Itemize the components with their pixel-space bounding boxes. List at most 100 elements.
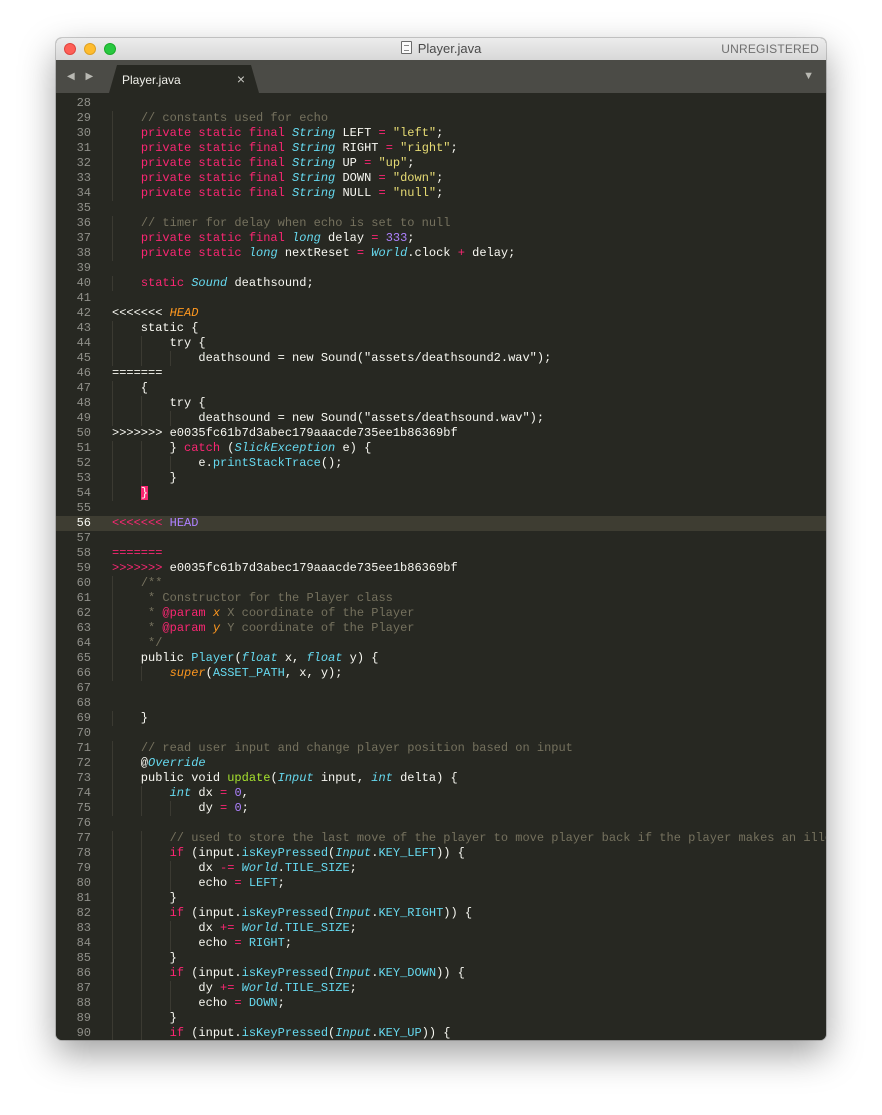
code-line[interactable]: 90 if (input.isKeyPressed(Input.KEY_UP))… xyxy=(56,1026,826,1040)
line-number[interactable]: 84 xyxy=(56,936,91,951)
code-line[interactable]: 36 // timer for delay when echo is set t… xyxy=(56,216,826,231)
line-number[interactable]: 39 xyxy=(56,261,91,276)
code-line[interactable]: 77 // used to store the last move of the… xyxy=(56,831,826,846)
code-line[interactable]: 63 * @param y Y coordinate of the Player xyxy=(56,621,826,636)
code-line[interactable]: 59 >>>>>>> e0035fc61b7d3abec179aaacde735e… xyxy=(56,561,826,576)
line-number[interactable]: 29 xyxy=(56,111,91,126)
line-number[interactable]: 71 xyxy=(56,741,91,756)
code-line[interactable]: 57 xyxy=(56,531,826,546)
line-number[interactable]: 77 xyxy=(56,831,91,846)
line-number[interactable]: 83 xyxy=(56,921,91,936)
line-number[interactable]: 46 xyxy=(56,366,91,381)
code-line[interactable]: 45 deathsound = new Sound("assets/deaths… xyxy=(56,351,826,366)
code-line[interactable]: 35 xyxy=(56,201,826,216)
line-number[interactable]: 58 xyxy=(56,546,91,561)
code-line[interactable]: 31 private static final String RIGHT = "… xyxy=(56,141,826,156)
code-line[interactable]: 86 if (input.isKeyPressed(Input.KEY_DOWN… xyxy=(56,966,826,981)
line-number[interactable]: 85 xyxy=(56,951,91,966)
line-number[interactable]: 57 xyxy=(56,531,91,546)
line-number[interactable]: 88 xyxy=(56,996,91,1011)
code-line[interactable]: 79 dx -= World.TILE_SIZE; xyxy=(56,861,826,876)
tab-player-java[interactable]: Player.java × xyxy=(109,65,259,93)
code-line[interactable]: 69 } xyxy=(56,711,826,726)
code-line[interactable]: 72 @Override xyxy=(56,756,826,771)
line-number[interactable]: 76 xyxy=(56,816,91,831)
line-number[interactable]: 56 xyxy=(56,516,91,531)
line-number[interactable]: 73 xyxy=(56,771,91,786)
code-line[interactable]: 38 private static long nextReset = World… xyxy=(56,246,826,261)
line-number[interactable]: 70 xyxy=(56,726,91,741)
line-number[interactable]: 80 xyxy=(56,876,91,891)
code-line[interactable]: 52 e.printStackTrace(); xyxy=(56,456,826,471)
code-line[interactable]: 55 xyxy=(56,501,826,516)
code-line[interactable]: 81 } xyxy=(56,891,826,906)
line-number[interactable]: 79 xyxy=(56,861,91,876)
line-number[interactable]: 53 xyxy=(56,471,91,486)
tab-menu-chevron-down-icon[interactable]: ▼ xyxy=(803,70,814,82)
line-number[interactable]: 51 xyxy=(56,441,91,456)
code-line[interactable]: 43 static { xyxy=(56,321,826,336)
code-line[interactable]: 82 if (input.isKeyPressed(Input.KEY_RIGH… xyxy=(56,906,826,921)
code-line[interactable]: 83 dx += World.TILE_SIZE; xyxy=(56,921,826,936)
line-number[interactable]: 69 xyxy=(56,711,91,726)
code-line[interactable]: 66 super(ASSET_PATH, x, y); xyxy=(56,666,826,681)
line-number[interactable]: 36 xyxy=(56,216,91,231)
line-number[interactable]: 59 xyxy=(56,561,91,576)
code-line[interactable]: 40 static Sound deathsound; xyxy=(56,276,826,291)
line-number[interactable]: 81 xyxy=(56,891,91,906)
code-line[interactable]: 87 dy += World.TILE_SIZE; xyxy=(56,981,826,996)
line-number[interactable]: 54 xyxy=(56,486,91,501)
code-line[interactable]: 29 // constants used for echo xyxy=(56,111,826,126)
line-number[interactable]: 62 xyxy=(56,606,91,621)
code-line[interactable]: 70 xyxy=(56,726,826,741)
line-number[interactable]: 37 xyxy=(56,231,91,246)
line-number[interactable]: 64 xyxy=(56,636,91,651)
line-number[interactable]: 66 xyxy=(56,666,91,681)
code-line[interactable]: 48 try { xyxy=(56,396,826,411)
code-line[interactable]: 84 echo = RIGHT; xyxy=(56,936,826,951)
code-line[interactable]: 33 private static final String DOWN = "d… xyxy=(56,171,826,186)
code-line[interactable]: 62 * @param x X coordinate of the Player xyxy=(56,606,826,621)
line-number[interactable]: 34 xyxy=(56,186,91,201)
code-line[interactable]: 53 } xyxy=(56,471,826,486)
line-number[interactable]: 87 xyxy=(56,981,91,996)
line-number[interactable]: 32 xyxy=(56,156,91,171)
line-number[interactable]: 61 xyxy=(56,591,91,606)
code-line[interactable]: 47 { xyxy=(56,381,826,396)
code-line[interactable]: 30 private static final String LEFT = "l… xyxy=(56,126,826,141)
line-number[interactable]: 42 xyxy=(56,306,91,321)
line-number[interactable]: 33 xyxy=(56,171,91,186)
code-line[interactable]: 28 xyxy=(56,96,826,111)
line-number[interactable]: 47 xyxy=(56,381,91,396)
line-number[interactable]: 41 xyxy=(56,291,91,306)
line-number[interactable]: 35 xyxy=(56,201,91,216)
code-line[interactable]: 80 echo = LEFT; xyxy=(56,876,826,891)
line-number[interactable]: 89 xyxy=(56,1011,91,1026)
line-number[interactable]: 65 xyxy=(56,651,91,666)
code-line[interactable]: 39 xyxy=(56,261,826,276)
line-number[interactable]: 63 xyxy=(56,621,91,636)
code-line[interactable]: 51 } catch (SlickException e) { xyxy=(56,441,826,456)
code-line[interactable]: 76 xyxy=(56,816,826,831)
code-line[interactable]: 61 * Constructor for the Player class xyxy=(56,591,826,606)
code-line[interactable]: 56 <<<<<<< HEAD xyxy=(56,516,826,531)
code-line[interactable]: 60 /** xyxy=(56,576,826,591)
code-line[interactable]: 32 private static final String UP = "up"… xyxy=(56,156,826,171)
line-number[interactable]: 50 xyxy=(56,426,91,441)
code-line[interactable]: 46 ======= xyxy=(56,366,826,381)
line-number[interactable]: 78 xyxy=(56,846,91,861)
tab-navigation-arrows-icon[interactable]: ◀ ▶ xyxy=(67,71,97,82)
line-number[interactable]: 68 xyxy=(56,696,91,711)
code-line[interactable]: 67 xyxy=(56,681,826,696)
line-number[interactable]: 44 xyxy=(56,336,91,351)
line-number[interactable]: 55 xyxy=(56,501,91,516)
line-number[interactable]: 49 xyxy=(56,411,91,426)
line-number[interactable]: 74 xyxy=(56,786,91,801)
line-number[interactable]: 43 xyxy=(56,321,91,336)
line-number[interactable]: 67 xyxy=(56,681,91,696)
line-number[interactable]: 38 xyxy=(56,246,91,261)
line-number[interactable]: 90 xyxy=(56,1026,91,1040)
code-line[interactable]: 71 // read user input and change player … xyxy=(56,741,826,756)
line-number[interactable]: 30 xyxy=(56,126,91,141)
line-number[interactable]: 40 xyxy=(56,276,91,291)
